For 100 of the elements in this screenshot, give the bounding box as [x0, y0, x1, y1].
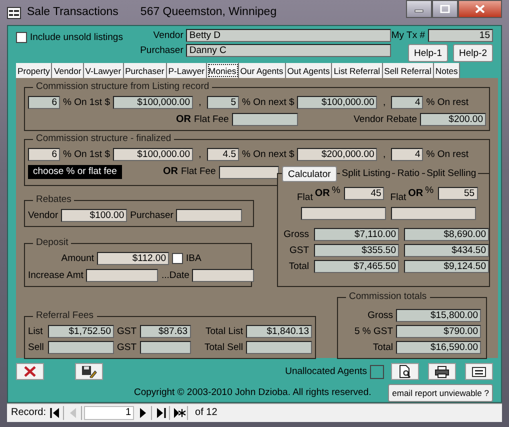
split-amount-field[interactable]: $434.50 — [404, 244, 489, 258]
group-title: Commission totals — [346, 291, 430, 302]
tab[interactable]: Monies — [207, 63, 239, 78]
rate-field[interactable]: 4 — [391, 148, 424, 161]
tab[interactable]: Property — [16, 63, 52, 78]
rate-field[interactable]: 6 — [28, 148, 60, 161]
calculator-button[interactable]: Calculator — [282, 166, 337, 182]
field-label: Sell — [28, 342, 45, 354]
form-button[interactable] — [465, 363, 493, 380]
field-label: Gross — [282, 229, 309, 241]
referral-fee-field[interactable]: $1,752.50 — [48, 325, 114, 338]
save-button[interactable] — [75, 363, 103, 380]
commission-total-field[interactable]: $15,800.00 — [396, 309, 481, 322]
commission-total-field[interactable]: $790.00 — [396, 325, 481, 338]
flat-fee-field[interactable] — [232, 113, 298, 126]
tab[interactable]: Purchaser — [124, 63, 167, 78]
flat-label: Flat — [390, 192, 406, 204]
referral-gst-field[interactable] — [140, 341, 191, 354]
field-label: Gross — [366, 310, 393, 322]
purchaser-rebate-field[interactable] — [176, 209, 242, 222]
first-record-button[interactable] — [48, 406, 64, 420]
purchaser-field[interactable]: Danny C — [186, 44, 392, 57]
flat-label: Flat — [297, 192, 313, 204]
preview-button[interactable] — [391, 363, 419, 380]
help-button[interactable]: Help-2 — [453, 44, 493, 62]
field-label: Purchaser — [130, 210, 174, 222]
vendor-rebate-field[interactable]: $100.00 — [61, 209, 128, 222]
group-title: Commission structure from Listing record — [33, 81, 212, 92]
percent-label: % — [332, 185, 340, 196]
flat-fee-field[interactable] — [218, 166, 279, 178]
flat-amount-field[interactable] — [391, 207, 476, 220]
referral-total-field[interactable] — [246, 341, 312, 354]
close-button[interactable] — [458, 0, 502, 18]
new-record-button[interactable] — [172, 406, 188, 420]
referral-total-field[interactable]: $1,840.13 — [246, 325, 312, 338]
checkbox[interactable] — [16, 32, 27, 44]
group-title: Rebates — [33, 194, 74, 206]
tab[interactable]: Our Agents — [238, 63, 286, 78]
maximize-button[interactable] — [432, 0, 458, 18]
field-label: % On next $ — [242, 148, 294, 160]
checkbox-label: Unallocated Agents — [285, 366, 367, 378]
vendor-field[interactable]: Betty D — [186, 29, 392, 42]
help-button[interactable]: Help-1 — [408, 44, 448, 62]
new-record-icon — [173, 407, 186, 419]
last-record-icon — [155, 407, 168, 419]
hint-label: choose % or flat fee — [28, 165, 122, 179]
split-amount-field[interactable]: $355.50 — [314, 244, 399, 258]
last-record-button[interactable] — [154, 406, 170, 420]
split-amount-field[interactable]: $9,124.50 — [404, 260, 489, 274]
checkbox[interactable] — [172, 253, 183, 264]
tab[interactable]: List Referral — [332, 63, 383, 78]
separator-text: , — [382, 148, 387, 160]
split-amount-field[interactable]: $7,110.00 — [314, 228, 399, 242]
rate-field[interactable]: 6 — [28, 96, 60, 109]
tab[interactable]: Vendor — [52, 63, 84, 78]
rate-field[interactable]: 4.5 — [207, 148, 239, 161]
field-label: % On rest — [426, 96, 469, 108]
field-label: GST — [117, 326, 137, 338]
referral-gst-field[interactable]: $87.63 — [140, 325, 191, 338]
amount-field[interactable]: $100,000.00 — [113, 148, 193, 161]
increase-amount-field[interactable] — [86, 269, 158, 282]
print-button[interactable] — [428, 363, 456, 380]
rate-field[interactable]: 4 — [391, 96, 424, 109]
group-title: Commission structure - finalized — [33, 133, 174, 144]
field-label: Vendor — [152, 30, 184, 42]
ratio-field[interactable]: 55 — [438, 187, 478, 200]
record-number-field[interactable]: 1 — [84, 406, 134, 420]
date-field[interactable] — [192, 269, 254, 282]
group-title: Referral Fees — [33, 310, 97, 322]
or-label: OR — [314, 188, 330, 200]
tab[interactable]: Notes — [434, 63, 460, 78]
amount-field[interactable]: $100,000.00 — [113, 96, 193, 109]
split-amount-field[interactable]: $8,690.00 — [404, 228, 489, 242]
deposit-amount-field[interactable]: $112.00 — [97, 252, 169, 265]
field-label: 5 % GST — [353, 326, 393, 338]
tab[interactable]: Out Agents — [286, 63, 332, 78]
delete-button[interactable] — [16, 363, 44, 380]
field-label: % On rest — [426, 148, 469, 160]
ratio-field[interactable]: 45 — [344, 187, 384, 200]
tab[interactable]: P-Lawyer — [166, 63, 208, 78]
referral-fee-field[interactable] — [48, 341, 114, 354]
email-button[interactable]: email report unviewable ? — [388, 384, 493, 402]
magnifier-page-icon — [399, 365, 411, 378]
flat-amount-field[interactable] — [301, 207, 386, 220]
rate-field[interactable]: 5 — [207, 96, 239, 109]
amount-field[interactable]: $100,000.00 — [297, 96, 378, 109]
tx-number-field[interactable]: 15 — [428, 29, 493, 42]
tab[interactable]: Sell Referral — [382, 63, 434, 78]
tab[interactable]: V-Lawyer — [84, 63, 124, 78]
field-label: Vendor — [28, 210, 58, 222]
checkbox[interactable] — [370, 364, 384, 378]
split-amount-field[interactable]: $7,465.50 — [314, 260, 399, 274]
group-title: Deposit — [33, 237, 72, 248]
field-label: % On 1st $ — [63, 148, 110, 160]
amount-field[interactable]: $200,000.00 — [297, 148, 378, 161]
vendor-rebate-field[interactable]: $200.00 — [420, 113, 486, 126]
field-label: % On next $ — [242, 96, 294, 108]
commission-total-field[interactable]: $16,590.00 — [396, 341, 481, 354]
minimize-button[interactable] — [406, 0, 432, 18]
copyright-text: Copyright © 2003-2010 John Dzioba. All rights reserved. — [134, 387, 372, 399]
